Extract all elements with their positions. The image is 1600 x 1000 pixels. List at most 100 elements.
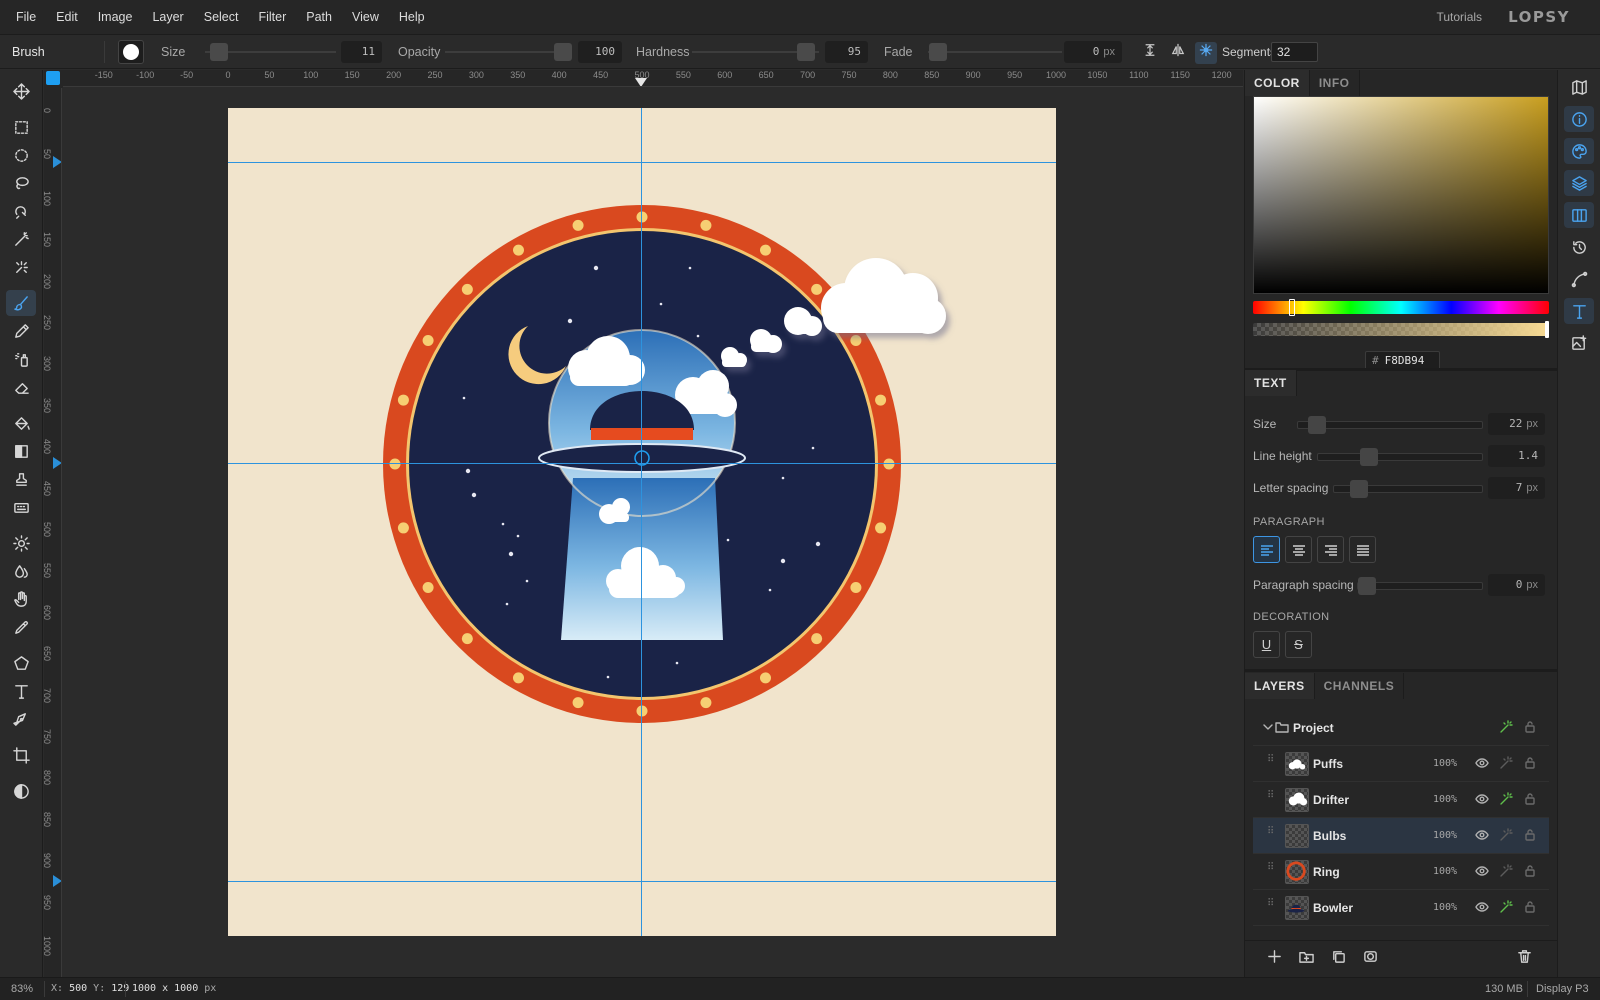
layer-opacity[interactable]: 100% bbox=[1433, 758, 1457, 769]
tab-channels[interactable]: CHANNELS bbox=[1315, 673, 1405, 699]
layer-row-puffs[interactable]: ⠿ Puffs 100% bbox=[1253, 746, 1549, 782]
crop-icon[interactable] bbox=[6, 742, 36, 768]
layer-opacity[interactable]: 100% bbox=[1433, 866, 1457, 877]
guide-marker[interactable] bbox=[53, 875, 61, 887]
hardness-value[interactable]: 95 bbox=[825, 41, 868, 63]
guide-marker[interactable] bbox=[53, 457, 61, 469]
layer-opacity[interactable]: 100% bbox=[1433, 794, 1457, 805]
menu-filter[interactable]: Filter bbox=[248, 0, 296, 34]
effects-icon[interactable] bbox=[1499, 792, 1515, 808]
line-height-thumb[interactable] bbox=[1360, 448, 1378, 466]
menu-path[interactable]: Path bbox=[296, 0, 342, 34]
rect-select-icon[interactable] bbox=[6, 114, 36, 140]
layer-row-bowler[interactable]: ⠿ Bowler 100% bbox=[1253, 890, 1549, 926]
layers-icon[interactable] bbox=[1564, 170, 1594, 196]
tutorials-link[interactable]: Tutorials bbox=[1436, 10, 1482, 24]
lasso-icon[interactable] bbox=[6, 170, 36, 196]
menu-view[interactable]: View bbox=[342, 0, 389, 34]
text-size-value[interactable]: 22 px bbox=[1488, 413, 1545, 435]
paragraph-spacing-thumb[interactable] bbox=[1358, 577, 1376, 595]
eye-icon[interactable] bbox=[1475, 828, 1491, 844]
mandala-icon[interactable] bbox=[1195, 42, 1217, 64]
ellipse-select-icon[interactable] bbox=[6, 142, 36, 168]
dodge-icon[interactable] bbox=[6, 530, 36, 556]
align-right-button[interactable] bbox=[1317, 536, 1344, 563]
layer-row-ring[interactable]: ⠿ Ring 100% bbox=[1253, 854, 1549, 890]
lock-icon[interactable] bbox=[1523, 720, 1539, 736]
brush-preset-picker[interactable] bbox=[118, 40, 144, 64]
quick-select-icon[interactable] bbox=[6, 254, 36, 280]
magnetic-lasso-icon[interactable] bbox=[6, 198, 36, 224]
layer-row-drifter[interactable]: ⠿ Drifter 100% bbox=[1253, 782, 1549, 818]
artboard[interactable] bbox=[228, 108, 1056, 936]
opacity-slider-thumb[interactable] bbox=[554, 43, 572, 61]
lock-icon[interactable] bbox=[1523, 828, 1539, 844]
eye-icon[interactable] bbox=[1475, 792, 1491, 808]
text-panel-icon[interactable] bbox=[1564, 298, 1594, 324]
fade-slider[interactable] bbox=[928, 51, 1062, 53]
opacity-slider[interactable] bbox=[445, 51, 571, 53]
size-value[interactable]: 11 bbox=[341, 41, 382, 63]
history-icon[interactable] bbox=[1564, 234, 1594, 260]
symmetry-icon[interactable] bbox=[1167, 42, 1189, 64]
brush-tool-icon[interactable] bbox=[6, 290, 36, 316]
tab-text[interactable]: TEXT bbox=[1245, 370, 1297, 396]
palette-icon[interactable] bbox=[1564, 138, 1594, 164]
menu-file[interactable]: File bbox=[6, 0, 46, 34]
mask-icon[interactable] bbox=[1363, 949, 1381, 967]
letter-spacing-thumb[interactable] bbox=[1350, 480, 1368, 498]
menu-edit[interactable]: Edit bbox=[46, 0, 88, 34]
layer-opacity[interactable]: 100% bbox=[1433, 830, 1457, 841]
drag-handle-icon[interactable]: ⠿ bbox=[1267, 755, 1275, 765]
gradient-icon[interactable] bbox=[6, 438, 36, 464]
drag-handle-icon[interactable]: ⠿ bbox=[1267, 863, 1275, 873]
lock-icon[interactable] bbox=[1523, 756, 1539, 772]
eye-icon[interactable] bbox=[1475, 864, 1491, 880]
smudge-icon[interactable] bbox=[6, 586, 36, 612]
eyedropper-icon[interactable] bbox=[6, 614, 36, 640]
paragraph-spacing-value[interactable]: 0 px bbox=[1488, 574, 1545, 596]
size-slider-thumb[interactable] bbox=[210, 43, 228, 61]
eye-icon[interactable] bbox=[1475, 900, 1491, 916]
tab-info[interactable]: INFO bbox=[1310, 70, 1360, 96]
guide-marker[interactable] bbox=[53, 156, 61, 168]
menu-select[interactable]: Select bbox=[194, 0, 249, 34]
effects-icon[interactable] bbox=[1499, 864, 1515, 880]
polygon-icon[interactable] bbox=[6, 650, 36, 676]
move-tool-icon[interactable] bbox=[6, 78, 36, 104]
underline-button[interactable]: U bbox=[1253, 631, 1280, 658]
guide-horizontal[interactable] bbox=[228, 881, 1056, 882]
pattern-icon[interactable] bbox=[6, 494, 36, 520]
letter-spacing-slider[interactable] bbox=[1333, 480, 1483, 498]
text-tool-icon[interactable] bbox=[6, 678, 36, 704]
eraser-icon[interactable] bbox=[6, 374, 36, 400]
stamp-icon[interactable] bbox=[6, 466, 36, 492]
delete-layer-icon[interactable] bbox=[1517, 949, 1535, 967]
text-size-slider[interactable] bbox=[1297, 416, 1483, 434]
strikethrough-button[interactable]: S bbox=[1285, 631, 1312, 658]
layer-name[interactable]: Ring bbox=[1313, 865, 1340, 879]
opacity-value[interactable]: 100 bbox=[578, 41, 622, 63]
duplicate-layer-icon[interactable] bbox=[1331, 949, 1349, 967]
add-layer-icon[interactable] bbox=[1267, 949, 1285, 967]
ruler-origin-marker[interactable] bbox=[46, 71, 60, 85]
lock-icon[interactable] bbox=[1523, 864, 1539, 880]
info-icon[interactable] bbox=[1564, 106, 1594, 132]
paragraph-spacing-slider[interactable] bbox=[1357, 577, 1483, 595]
layer-group-project[interactable]: Project bbox=[1253, 710, 1549, 746]
paint-bucket-icon[interactable] bbox=[6, 410, 36, 436]
guide-horizontal[interactable] bbox=[228, 162, 1056, 163]
drag-handle-icon[interactable]: ⠿ bbox=[1267, 899, 1275, 909]
navigator-icon[interactable] bbox=[1564, 74, 1594, 100]
image-add-icon[interactable] bbox=[1564, 330, 1594, 356]
guide-horizontal[interactable] bbox=[228, 463, 1056, 464]
align-left-button[interactable] bbox=[1253, 536, 1280, 563]
magic-wand-icon[interactable] bbox=[6, 226, 36, 252]
layer-name[interactable]: Bulbs bbox=[1313, 829, 1346, 843]
hue-thumb[interactable] bbox=[1289, 299, 1295, 316]
tab-layers[interactable]: LAYERS bbox=[1245, 673, 1315, 699]
effects-icon[interactable] bbox=[1499, 756, 1515, 772]
add-group-icon[interactable] bbox=[1299, 949, 1317, 967]
pencil-icon[interactable] bbox=[6, 318, 36, 344]
spray-icon[interactable] bbox=[6, 346, 36, 372]
